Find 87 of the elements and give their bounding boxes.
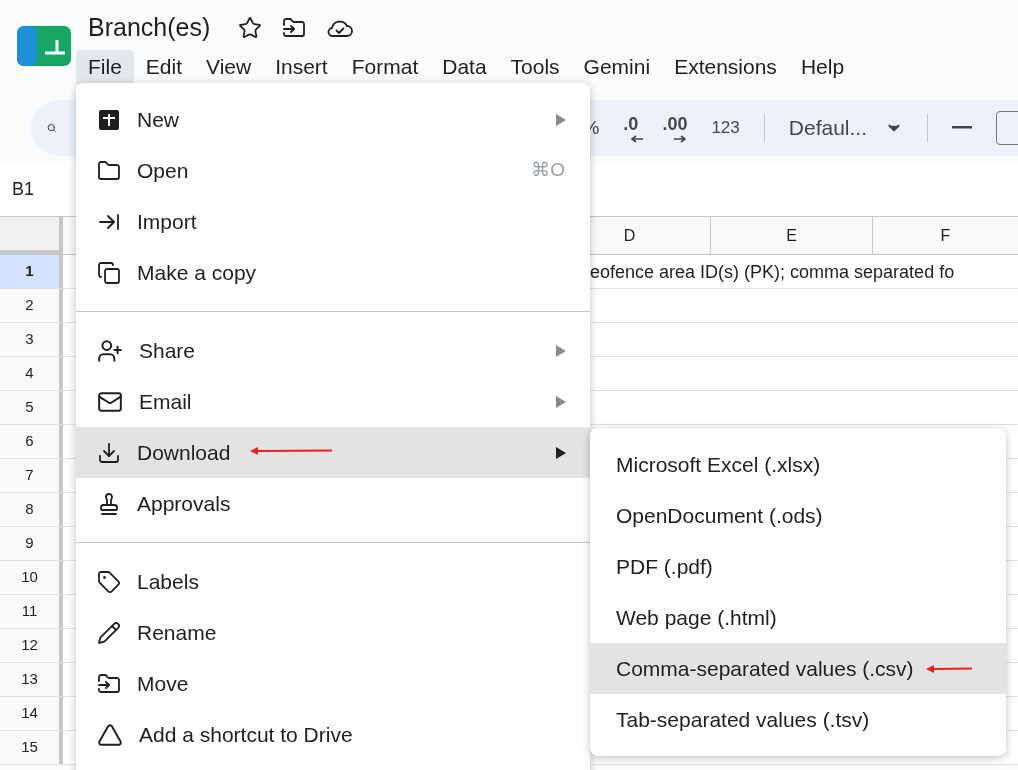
annotation-arrow [925,663,972,674]
menu-item-label: Approvals [137,490,231,517]
pencil-icon [97,620,121,645]
document-title[interactable]: Branch(es) [88,9,211,47]
download-icon [97,440,121,465]
menu-tab[interactable]: Edit [133,50,195,84]
stamp-icon [97,491,121,516]
menu-item-label: Web page (.html) [616,604,777,631]
menu-tab[interactable]: Extensions [662,50,789,84]
row-header[interactable]: 5 [0,391,63,424]
menu-item[interactable]: Move [76,658,590,709]
row-header[interactable]: 7 [0,459,63,492]
menu-item-label: Labels [137,568,199,595]
menu-item-label: Comma-separated values (.csv) [616,655,914,682]
row-header[interactable]: 13 [0,663,63,696]
folder-arrow-icon[interactable] [282,16,307,40]
menu-item[interactable]: Web page (.html) [590,592,1006,643]
menu-item[interactable]: Approvals [76,478,590,529]
row-header[interactable]: 10 [0,561,63,594]
menu-tab[interactable]: View [194,50,264,84]
menu-item-label: Import [137,208,197,235]
folder-icon [97,158,121,183]
menu-item[interactable]: Tab-separated values (.tsv) [590,694,1006,745]
menu-item-label: Microsoft Excel (.xlsx) [616,451,821,478]
menu-tab[interactable]: File [76,50,134,84]
menu-item-label: Make a copy [137,259,257,286]
menu-item-label: OpenDocument (.ods) [616,502,823,529]
menu-item[interactable]: Email [76,376,590,427]
menu-item-label: PDF (.pdf) [616,553,713,580]
shortcut-hint: ⌘O [531,158,565,183]
name-box[interactable]: B1 [12,175,35,203]
menu-tab[interactable]: Tools [498,50,572,84]
row-header[interactable]: 6 [0,425,63,458]
menu-item-label: Rename [137,619,217,646]
menu-tab[interactable]: Format [339,50,431,84]
row-header[interactable]: 4 [0,357,63,390]
app-logo[interactable] [17,26,71,66]
left-arrow-icon [631,135,644,143]
person-plus-icon [97,337,123,364]
new-sheet-icon [97,107,121,132]
column-header[interactable]: E [710,217,872,254]
menu-item-label: New [137,106,179,133]
menu-item-label: Open [137,157,189,184]
decrease-decimals-button[interactable]: .0 [623,111,639,145]
row-header[interactable]: 11 [0,595,63,628]
menu-item[interactable]: PDF (.pdf) [590,541,1006,592]
menu-item[interactable]: Share [76,325,590,376]
menu-item-label: Tab-separated values (.tsv) [616,706,870,733]
font-dropdown[interactable]: Defaul... [788,112,903,144]
menu-item[interactable]: OpenDocument (.ods) [590,490,1006,541]
star-icon[interactable] [238,16,263,40]
row-header[interactable]: 15 [0,731,63,764]
folder-arrow-icon [97,671,121,696]
row-header[interactable]: 9 [0,527,63,560]
menu-item-label: Email [139,388,192,415]
menu-item[interactable]: Labels [76,556,590,607]
menu-item[interactable]: New [76,94,590,145]
font-size-field[interactable] [996,111,1018,145]
menu-item-label: Move [137,670,189,697]
menu-item[interactable]: Open ⌘O [76,145,590,196]
menu-item-label: Add a shortcut to Drive [139,721,353,748]
right-arrow-icon [674,135,687,143]
minus-icon[interactable] [952,126,972,130]
column-header[interactable]: F [872,217,1018,254]
increase-decimals-button[interactable]: .00 [662,111,688,145]
copy-icon [97,260,121,285]
row-header[interactable]: 12 [0,629,63,662]
corner-cell[interactable] [0,217,63,254]
menu-item-label: Share [139,337,196,364]
menu-item[interactable]: Microsoft Excel (.xlsx) [590,439,1006,490]
menu-item[interactable]: Comma-separated values (.csv) [590,643,1006,694]
number-format-button[interactable]: 123 [711,115,740,141]
row-header[interactable]: 2 [0,289,63,322]
row-header[interactable]: 14 [0,697,63,730]
tag-icon [97,569,121,594]
menu-tab[interactable]: Help [788,50,857,84]
menu-item[interactable]: Add a shortcut to Drive [76,709,590,760]
menu-item-label: Download [137,439,231,466]
row-header[interactable]: 8 [0,493,63,526]
menu-tab[interactable]: Data [430,50,499,84]
menu-item[interactable]: Rename [76,607,590,658]
menu-item[interactable]: Download [76,427,590,478]
menu-tab[interactable]: Insert [263,50,340,84]
row-header[interactable]: 3 [0,323,63,356]
row-header[interactable]: 1 [0,255,63,288]
menu-tab[interactable]: Gemini [571,50,663,84]
table-cell-text: eofence area ID(s) (PK); comma separated fo [590,261,955,284]
